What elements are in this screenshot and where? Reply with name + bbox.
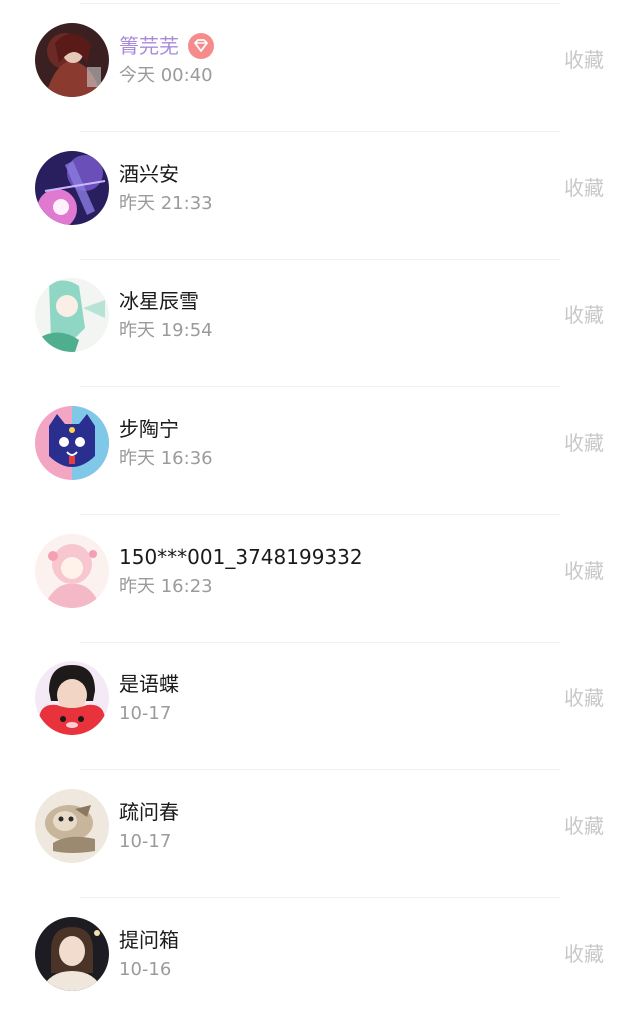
user-time: 昨天 16:36 (119, 448, 213, 469)
list-item[interactable]: 疏问春 10-17 收藏 (0, 766, 640, 893)
avatar[interactable] (35, 406, 109, 480)
user-name: 箐芫芜 (119, 34, 179, 58)
user-name: 是语蝶 (119, 672, 179, 696)
avatar[interactable] (35, 278, 109, 352)
user-time: 昨天 16:23 (119, 576, 213, 597)
collect-button[interactable]: 收藏 (564, 942, 604, 966)
collect-button[interactable]: 收藏 (564, 814, 604, 838)
user-name: 酒兴安 (119, 162, 179, 186)
list-item[interactable]: 冰星辰雪 昨天 19:54 收藏 (0, 255, 640, 382)
user-time: 10-16 (119, 959, 172, 980)
user-list: 箐芫芜 今天 00:40 收藏 酒兴安 昨天 21:33 收藏 冰星辰雪 昨天 … (0, 0, 640, 1001)
collect-button[interactable]: 收藏 (564, 176, 604, 200)
collect-button[interactable]: 收藏 (564, 303, 604, 327)
user-time: 昨天 19:54 (119, 320, 213, 341)
list-item[interactable]: 步陶宁 昨天 16:36 收藏 (0, 383, 640, 510)
collect-button[interactable]: 收藏 (564, 431, 604, 455)
user-time: 今天 00:40 (119, 65, 213, 86)
avatar[interactable] (35, 23, 109, 97)
user-name: 疏问春 (119, 800, 179, 824)
list-item[interactable]: 是语蝶 10-17 收藏 (0, 638, 640, 765)
avatar[interactable] (35, 534, 109, 608)
user-time: 10-17 (119, 703, 172, 724)
avatar[interactable] (35, 789, 109, 863)
vip-diamond-icon (188, 33, 214, 59)
list-item[interactable]: 酒兴安 昨天 21:33 收藏 (0, 128, 640, 255)
user-name: 冰星辰雪 (119, 289, 199, 313)
avatar[interactable] (35, 661, 109, 735)
avatar[interactable] (35, 151, 109, 225)
collect-button[interactable]: 收藏 (564, 559, 604, 583)
avatar[interactable] (35, 917, 109, 991)
user-name: 提问箱 (119, 928, 179, 952)
list-item[interactable]: 150***001_3748199332 昨天 16:23 收藏 (0, 511, 640, 638)
user-name: 步陶宁 (119, 417, 179, 441)
collect-button[interactable]: 收藏 (564, 686, 604, 710)
list-item[interactable]: 提问箱 10-16 收藏 (0, 894, 640, 1021)
list-item[interactable]: 箐芫芜 今天 00:40 收藏 (0, 0, 640, 127)
user-time: 昨天 21:33 (119, 193, 213, 214)
user-time: 10-17 (119, 831, 172, 852)
collect-button[interactable]: 收藏 (564, 48, 604, 72)
user-name: 150***001_3748199332 (119, 545, 363, 569)
